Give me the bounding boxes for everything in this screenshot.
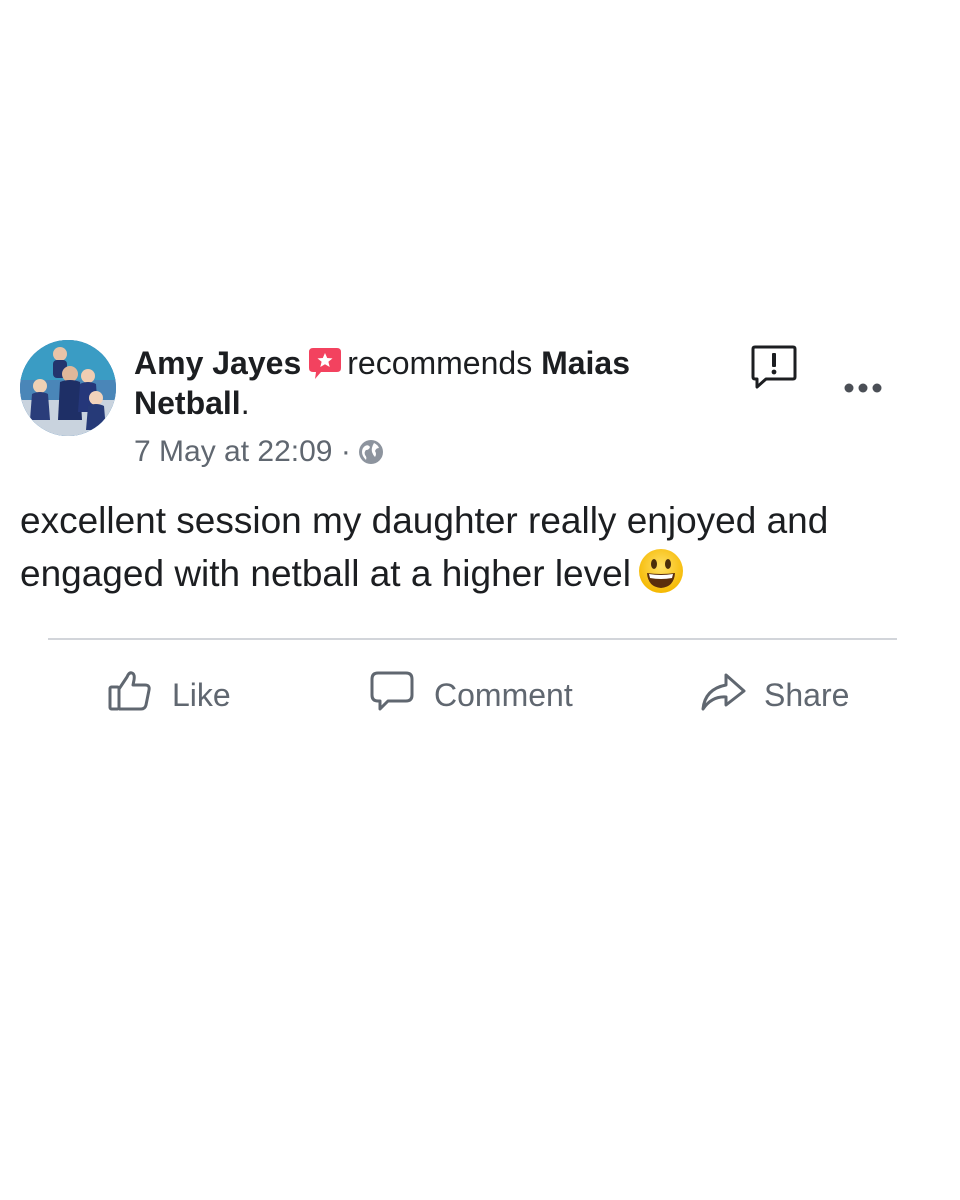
recommend-star-icon — [307, 346, 343, 382]
grinning-face-emoji-icon — [637, 547, 685, 595]
like-button[interactable]: Like — [106, 662, 231, 728]
page-name-suffix: . — [240, 385, 250, 421]
post-body: excellent session my daughter really enj… — [20, 494, 920, 600]
recommends-text: recommends — [347, 345, 533, 381]
share-label: Share — [764, 676, 850, 713]
comment-icon — [368, 667, 434, 723]
post-actions-bar: Like Comment Share — [0, 662, 960, 728]
post-meta: 7 May at 22:09 · — [134, 433, 385, 471]
recommendation-post: Amy Jayes recommends Maias Netball. 7 May… — [0, 0, 960, 1200]
meta-separator: · — [340, 435, 351, 468]
post-body-text: excellent session my daughter really enj… — [20, 500, 829, 594]
globe-icon — [357, 438, 385, 466]
author-avatar[interactable] — [20, 340, 116, 436]
report-icon[interactable] — [750, 343, 798, 391]
comment-button[interactable]: Comment — [368, 662, 573, 728]
divider — [48, 638, 897, 640]
post-header: Amy Jayes recommends Maias Netball. — [134, 343, 734, 423]
post-timestamp[interactable]: 7 May at 22:09 — [134, 435, 332, 468]
more-options-icon[interactable] — [842, 378, 884, 398]
like-icon — [106, 667, 172, 723]
share-icon — [698, 667, 764, 723]
like-label: Like — [172, 676, 231, 713]
share-button[interactable]: Share — [698, 662, 849, 728]
comment-label: Comment — [434, 676, 573, 713]
author-name[interactable]: Amy Jayes — [134, 345, 301, 381]
